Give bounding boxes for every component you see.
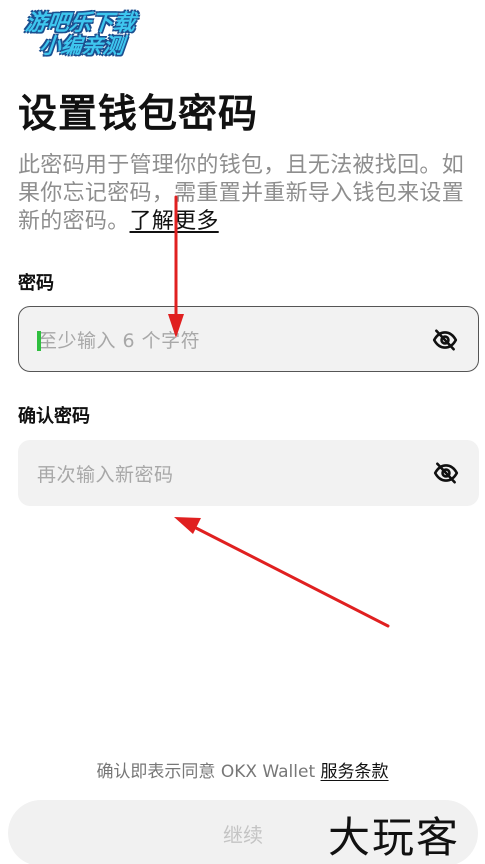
password-input[interactable]: 至少输入 6 个字符 [18,306,479,372]
watermark-line-2: 小编亲测 [38,34,126,59]
page-description: 此密码用于管理你的钱包，且无法被找回。如果你忘记密码，需重置并重新导入钱包来设置… [18,152,473,236]
password-placeholder: 至少输入 6 个字符 [38,329,201,352]
arrow-to-confirm-field [174,517,390,628]
watermark-logo: 游吧乐下载 小编亲测 [12,11,147,59]
confirm-password-placeholder: 再次输入新密码 [37,463,174,486]
confirm-password-label: 确认密码 [18,406,90,427]
watermark-line-1: 游吧乐下载 [23,11,137,36]
confirm-password-input[interactable]: 再次输入新密码 [18,440,479,506]
agreement-text: 确认即表示同意 OKX Wallet [96,762,321,782]
description-text: 此密码用于管理你的钱包，且无法被找回。如果你忘记密码，需重置并重新导入钱包来设置… [18,153,465,234]
page-title: 设置钱包密码 [18,92,259,137]
brand-watermark: 大玩客 [328,813,461,862]
terms-agreement: 确认即表示同意 OKX Wallet 服务条款 [0,757,485,782]
terms-of-service-link[interactable]: 服务条款 [321,762,389,782]
text-caret [37,331,41,351]
eye-off-icon[interactable] [433,460,459,486]
learn-more-link[interactable]: 了解更多 [130,209,219,234]
eye-off-icon[interactable] [432,327,458,353]
password-label: 密码 [18,273,54,294]
